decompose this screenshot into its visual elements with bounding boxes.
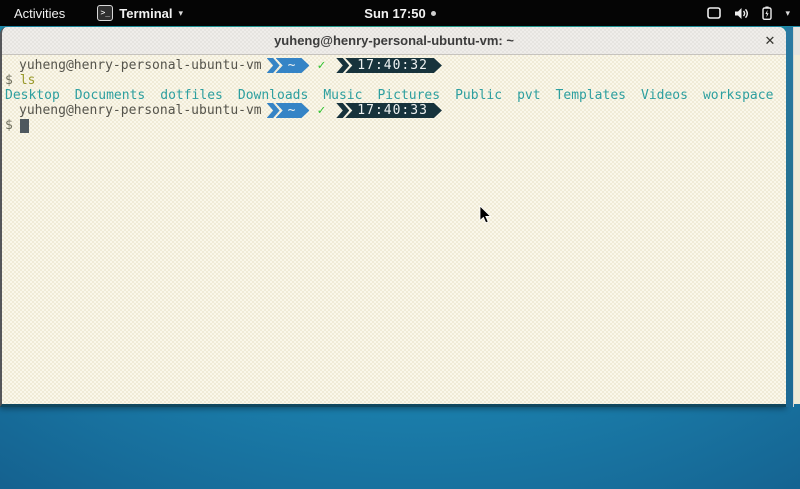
directory-name: workspace: [703, 88, 773, 103]
directory-name: Templates: [556, 88, 626, 103]
volume-icon: [734, 7, 749, 20]
powerline-chevron-icon: [267, 58, 280, 73]
sliver-titlebar: [794, 27, 800, 55]
terminal-window: yuheng@henry-personal-ubuntu-vm: ~ ✕ yuh…: [0, 27, 786, 407]
window-title: yuheng@henry-personal-ubuntu-vm: ~: [274, 33, 514, 48]
prompt-line: yuheng@henry-personal-ubuntu-vm ~ ✓ 17:40:3…: [5, 103, 786, 118]
chevron-down-icon: ▾: [179, 8, 184, 19]
command-line: $ ls: [5, 73, 786, 88]
clock-label[interactable]: Sun 17:50: [364, 6, 425, 21]
prompt-symbol: $: [5, 118, 13, 133]
prompt-line: yuheng@henry-personal-ubuntu-vm ~ ✓ 17:40:3…: [5, 58, 786, 73]
battery-charging-icon: [762, 6, 772, 20]
window-titlebar[interactable]: yuheng@henry-personal-ubuntu-vm: ~ ✕: [2, 27, 786, 55]
close-icon[interactable]: ✕: [760, 31, 780, 51]
ls-output-line: Desktop Documents dotfiles Downloads Music Pi…: [5, 88, 786, 103]
prompt-time: 17:40:32: [357, 58, 428, 73]
directory-name: Videos: [641, 88, 688, 103]
activities-button[interactable]: Activities: [10, 6, 69, 21]
directory-name: Music: [323, 88, 362, 103]
command-text: ls: [20, 73, 36, 88]
prompt-path-segment: ~: [276, 103, 310, 118]
system-menu-chevron-icon: ▾: [785, 8, 790, 19]
directory-name: Public: [455, 88, 502, 103]
scrollbar[interactable]: [786, 27, 793, 407]
prompt-time: 17:40:33: [357, 103, 428, 118]
directory-name: Pictures: [377, 88, 440, 103]
directory-name: Downloads: [238, 88, 308, 103]
screen-share-icon: [707, 7, 721, 19]
app-menu-terminal[interactable]: >_ Terminal ▾: [97, 5, 183, 21]
prompt-user: yuheng@henry-personal-ubuntu-vm: [19, 58, 262, 73]
prompt-user: yuheng@henry-personal-ubuntu-vm: [19, 103, 262, 118]
powerline-chevron-icon: [336, 58, 349, 73]
status-check-icon: ✓: [317, 58, 325, 73]
directory-name: Desktop: [5, 88, 60, 103]
prompt-symbol: $: [5, 73, 13, 88]
prompt-path: ~: [288, 58, 296, 73]
notification-dot-icon: [431, 11, 436, 16]
app-menu-label: Terminal: [119, 6, 172, 21]
top-bar: Activities >_ Terminal ▾ Sun 17:50 ▾: [0, 0, 800, 26]
powerline-chevron-icon: [267, 103, 280, 118]
directory-name: Documents: [75, 88, 145, 103]
terminal-app-icon: >_: [97, 5, 113, 21]
prompt-path-segment: ~: [276, 58, 310, 73]
system-status-area[interactable]: ▾: [707, 0, 790, 26]
powerline-chevron-icon: [336, 103, 349, 118]
directory-name: dotfiles: [160, 88, 223, 103]
prompt-time-segment: 17:40:32: [345, 58, 442, 73]
text-cursor: [20, 119, 29, 133]
window-edge-sliver: [793, 27, 800, 407]
prompt-time-segment: 17:40:33: [345, 103, 442, 118]
sliver-terminal: [794, 55, 800, 404]
prompt-path: ~: [288, 103, 296, 118]
status-check-icon: ✓: [317, 103, 325, 118]
input-line: $: [5, 118, 786, 133]
directory-name: pvt: [517, 88, 540, 103]
terminal-content[interactable]: yuheng@henry-personal-ubuntu-vm ~ ✓ 17:40:3…: [2, 55, 786, 404]
